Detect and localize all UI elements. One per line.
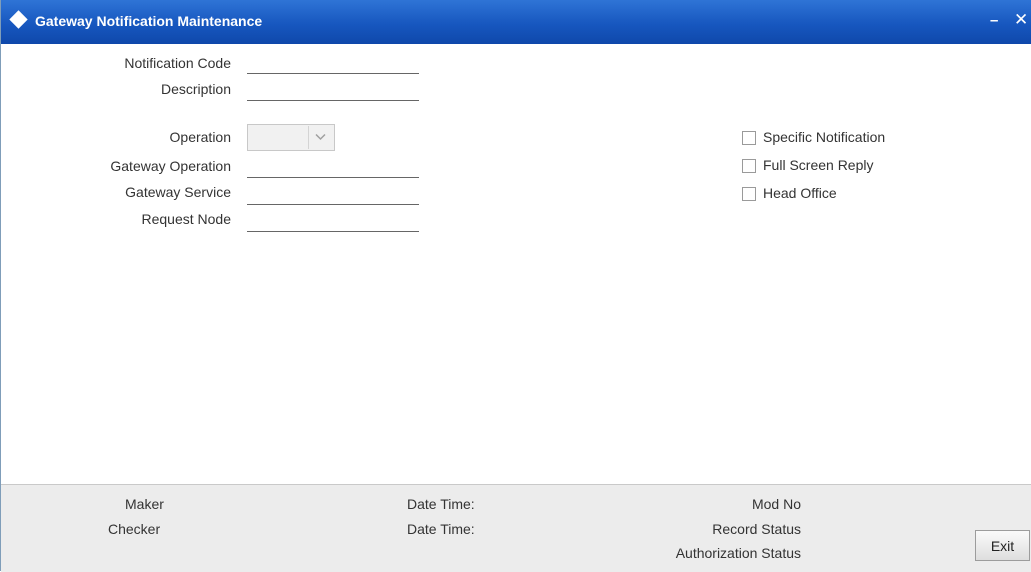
gateway-operation-label: Gateway Operation: [110, 158, 231, 174]
record-status-label: Record Status: [712, 521, 801, 537]
title-bar[interactable]: Gateway Notification Maintenance – ✕: [1, 0, 1031, 44]
head-office-label: Head Office: [763, 185, 837, 201]
checker-datetime-label: Date Time:: [407, 521, 475, 537]
notification-code-input[interactable]: [247, 57, 419, 74]
description-label: Description: [160, 81, 231, 97]
diamond-icon: [9, 10, 28, 29]
gateway-service-label: Gateway Service: [125, 184, 231, 200]
maker-datetime-label: Date Time:: [407, 496, 475, 512]
maintenance-window: Gateway Notification Maintenance – ✕ Not…: [0, 0, 1031, 572]
full-screen-reply-label: Full Screen Reply: [763, 157, 874, 173]
specific-notification-label: Specific Notification: [763, 129, 886, 145]
close-button[interactable]: ✕: [1014, 10, 1028, 30]
full-screen-reply-checkbox[interactable]: [742, 159, 756, 173]
specific-notification-checkbox[interactable]: [742, 131, 756, 145]
request-node-label: Request Node: [141, 211, 231, 227]
checker-label: Checker: [108, 521, 161, 537]
authorization-status-label: Authorization Status: [675, 545, 801, 561]
description-input[interactable]: [247, 84, 419, 101]
exit-button[interactable]: Exit: [975, 530, 1030, 561]
window-title: Gateway Notification Maintenance: [35, 13, 263, 29]
gateway-operation-input[interactable]: [247, 161, 419, 178]
request-node-input[interactable]: [247, 215, 419, 232]
operation-label: Operation: [169, 129, 231, 145]
head-office-checkbox[interactable]: [742, 187, 756, 201]
operation-dropdown-button[interactable]: [308, 126, 333, 149]
gateway-service-input[interactable]: [247, 188, 419, 205]
operation-select[interactable]: [247, 124, 335, 151]
mod-no-label: Mod No: [751, 496, 801, 512]
minimize-button[interactable]: –: [990, 12, 998, 29]
maker-label: Maker: [125, 496, 164, 512]
notification-code-label: Notification Code: [124, 55, 231, 71]
chevron-down-icon: [315, 133, 326, 141]
